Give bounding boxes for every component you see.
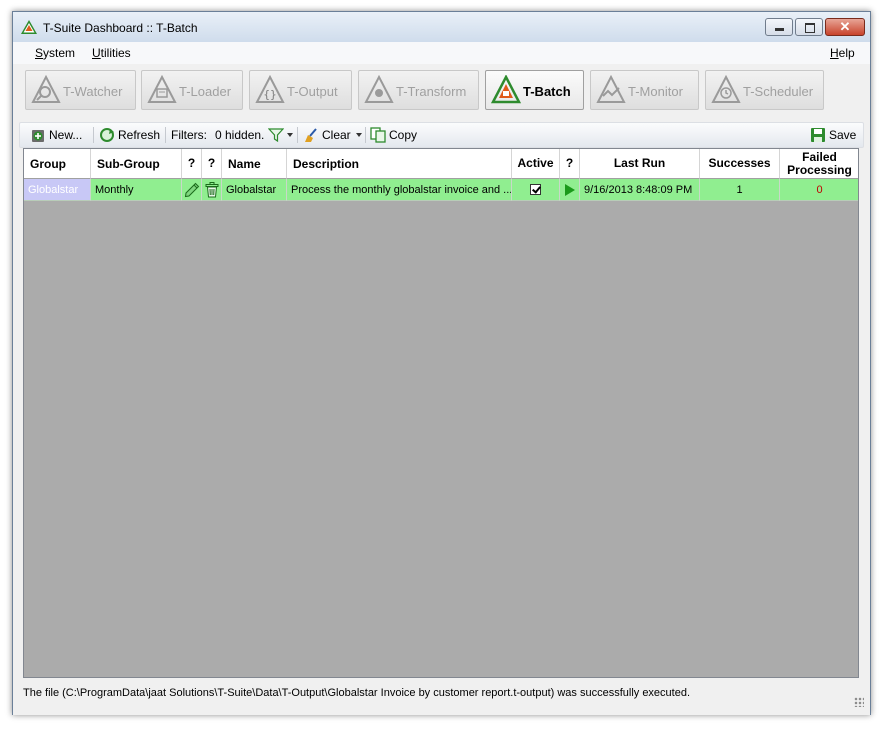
- module-label: T-Loader: [179, 84, 232, 99]
- window-title: T-Suite Dashboard :: T-Batch: [43, 21, 198, 35]
- batch-grid: Group Sub-Group ? ? Name Description Act…: [23, 148, 859, 678]
- toolbar-separator: [165, 127, 166, 143]
- run-button[interactable]: [560, 179, 580, 201]
- module-label: T-Monitor: [628, 84, 683, 99]
- funnel-icon: [268, 128, 284, 143]
- trash-icon: [205, 181, 218, 197]
- module-label: T-Batch: [523, 84, 571, 99]
- module-t-transform-button[interactable]: T-Transform: [358, 70, 479, 110]
- menu-system[interactable]: System: [35, 46, 75, 60]
- chevron-down-icon: [355, 133, 362, 137]
- cell-group[interactable]: Globalstar: [24, 179, 91, 201]
- clock-icon: [711, 75, 741, 103]
- edit-button[interactable]: [182, 179, 202, 201]
- module-label: T-Transform: [396, 84, 467, 99]
- broom-icon: [305, 128, 317, 142]
- title-bar[interactable]: T-Suite Dashboard :: T-Batch ✕: [13, 12, 870, 43]
- svg-text:{}: {}: [263, 88, 276, 101]
- column-header-last-run[interactable]: Last Run: [580, 149, 700, 179]
- braces-icon: {}: [255, 75, 285, 103]
- clear-label: Clear: [322, 128, 351, 142]
- filter-dropdown-button[interactable]: [268, 127, 296, 143]
- monitor-icon: [596, 75, 626, 103]
- cell-subgroup[interactable]: Monthly: [91, 179, 182, 201]
- toolbar: New... Refresh Filters: 0 hidden. Clear …: [19, 122, 864, 148]
- minimize-button[interactable]: [765, 18, 793, 36]
- toolbar-separator: [365, 127, 366, 143]
- maximize-icon: [805, 23, 815, 33]
- module-label: T-Output: [287, 84, 338, 99]
- cell-description[interactable]: Process the monthly globalstar invoice a…: [287, 179, 512, 201]
- transform-icon: [364, 75, 394, 103]
- module-bar: T-Watcher T-Loader {} T-Output T-Transfo…: [13, 64, 870, 120]
- maximize-button[interactable]: [795, 18, 823, 36]
- status-bar: The file (C:\ProgramData\jaat Solutions\…: [13, 682, 870, 715]
- save-disk-icon: [811, 128, 825, 142]
- column-header-subgroup[interactable]: Sub-Group: [91, 149, 182, 179]
- new-button[interactable]: New...: [30, 127, 82, 143]
- delete-button[interactable]: [202, 179, 222, 201]
- clear-dropdown-button[interactable]: Clear: [303, 127, 365, 143]
- refresh-icon: [100, 128, 114, 142]
- column-header-description[interactable]: Description: [287, 149, 512, 179]
- module-label: T-Watcher: [63, 84, 123, 99]
- module-t-monitor-button[interactable]: T-Monitor: [590, 70, 699, 110]
- filters-label: Filters:: [171, 128, 207, 142]
- magnifier-icon: [31, 75, 61, 103]
- main-window: T-Suite Dashboard :: T-Batch ✕ System Ut…: [12, 11, 871, 715]
- new-label: New...: [49, 128, 83, 142]
- chevron-down-icon: [287, 133, 293, 137]
- column-header-name[interactable]: Name: [222, 149, 287, 179]
- copy-button[interactable]: Copy: [370, 127, 417, 143]
- pencil-icon: [184, 182, 199, 197]
- minimize-icon: [775, 28, 784, 31]
- cell-last-run[interactable]: 9/16/2013 8:48:09 PM: [580, 179, 700, 201]
- new-record-icon: [32, 130, 44, 142]
- menu-help[interactable]: Help: [830, 46, 855, 60]
- module-t-scheduler-button[interactable]: T-Scheduler: [705, 70, 824, 110]
- module-t-watcher-button[interactable]: T-Watcher: [25, 70, 136, 110]
- batch-icon: [491, 75, 521, 104]
- status-message: The file (C:\ProgramData\jaat Solutions\…: [23, 687, 691, 699]
- column-header-delete[interactable]: ?: [202, 149, 222, 179]
- column-header-group[interactable]: Group: [24, 149, 91, 179]
- module-t-batch-button[interactable]: T-Batch: [485, 70, 584, 110]
- menu-utilities[interactable]: Utilities: [92, 46, 131, 60]
- refresh-button[interactable]: Refresh: [99, 127, 160, 143]
- save-label: Save: [829, 128, 857, 142]
- play-icon: [564, 183, 575, 196]
- toolbar-separator: [297, 127, 298, 143]
- copy-icon: [370, 127, 386, 143]
- close-button[interactable]: ✕: [825, 18, 865, 36]
- active-checkbox[interactable]: [530, 184, 541, 195]
- resize-grip-icon[interactable]: [854, 697, 864, 707]
- loader-icon: [147, 75, 177, 103]
- hidden-count: 0 hidden.: [215, 128, 265, 142]
- app-logo-icon: [21, 20, 37, 34]
- module-t-loader-button[interactable]: T-Loader: [141, 70, 243, 110]
- module-t-output-button[interactable]: {} T-Output: [249, 70, 352, 110]
- active-checkbox-cell[interactable]: [512, 179, 560, 201]
- save-button[interactable]: Save: [810, 127, 856, 143]
- cell-successes[interactable]: 1: [700, 179, 780, 201]
- cell-name[interactable]: Globalstar: [222, 179, 287, 201]
- module-label: T-Scheduler: [743, 84, 814, 99]
- column-header-edit[interactable]: ?: [182, 149, 202, 179]
- toolbar-separator: [93, 127, 94, 143]
- refresh-label: Refresh: [118, 128, 161, 142]
- close-icon: ✕: [839, 19, 851, 34]
- column-header-run[interactable]: ?: [560, 149, 580, 179]
- column-header-successes[interactable]: Successes: [700, 149, 780, 179]
- column-header-active[interactable]: Active: [512, 149, 560, 179]
- copy-label: Copy: [389, 128, 418, 142]
- cell-failed-processing[interactable]: 0: [780, 179, 858, 201]
- column-header-failed-processing[interactable]: Failed Processing: [780, 149, 858, 179]
- menu-bar: System Utilities Help: [13, 42, 870, 64]
